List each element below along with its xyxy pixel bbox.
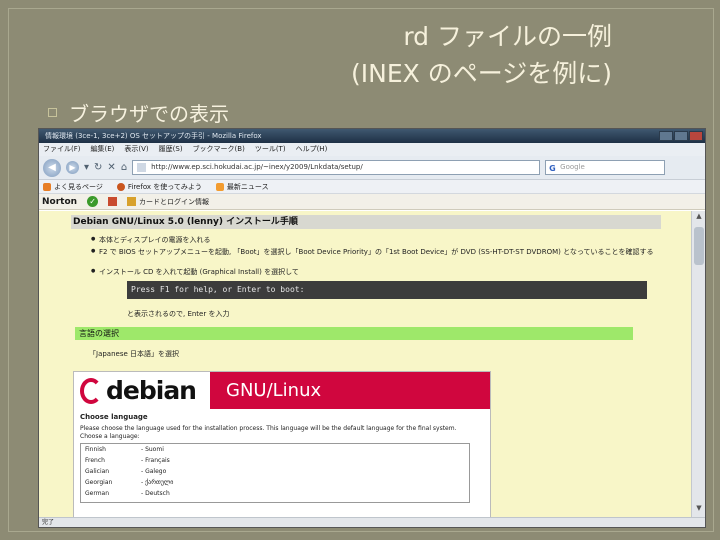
status-bar: 完了 — [39, 517, 705, 527]
scrollbar-thumb[interactable] — [694, 227, 704, 265]
menu-help[interactable]: ヘルプ(H) — [296, 143, 328, 156]
firefox-icon — [116, 182, 125, 191]
back-button[interactable]: ◀ — [43, 158, 61, 177]
language-english: French — [85, 457, 105, 464]
url-text: http://www.ep.sci.hokudai.ac.jp/~inex/y2… — [151, 163, 363, 171]
frame-right-line — [713, 8, 714, 532]
frame-top-line — [8, 8, 714, 9]
home-icon[interactable]: ⌂ — [121, 162, 127, 173]
bullet-square-icon — [48, 108, 57, 117]
language-native: - Français — [141, 457, 170, 464]
page-favicon-icon — [137, 163, 147, 172]
norton-identity-item[interactable]: カードとログイン情報 — [127, 197, 209, 207]
address-bar[interactable]: http://www.ep.sci.hokudai.ac.jp/~inex/y2… — [132, 160, 541, 175]
language-native: - Suomi — [141, 446, 164, 453]
norton-brand[interactable]: Norton — [42, 197, 77, 207]
bullet-text: ブラウザでの表示 — [69, 102, 229, 126]
language-english: German — [85, 490, 110, 497]
installer-body: Choose language Please choose the langua… — [74, 409, 490, 507]
dropdown-icon[interactable]: ▾ — [84, 162, 89, 173]
stop-icon[interactable]: ✕ — [107, 162, 115, 173]
language-native: - Galego — [141, 468, 167, 475]
browser-screenshot: 情報環境 (3ce-1, 3ce+2) OS セットアップの手引 - Mozil… — [38, 128, 706, 528]
menu-bookmarks[interactable]: ブックマーク(B) — [193, 143, 245, 156]
console-output: Press F1 for help, or Enter to boot: — [127, 281, 647, 299]
list-item[interactable]: French - Français — [81, 455, 469, 466]
bookmark-most-visited[interactable]: よく見るページ — [43, 182, 103, 192]
status-text: 完了 — [42, 519, 55, 526]
bookmark-latest-news[interactable]: 最新ニュース — [215, 182, 269, 192]
page-content: Debian GNU/Linux 5.0 (lenny) インストール手順 本体… — [39, 211, 691, 517]
installer-description: Please choose the language used for the … — [80, 425, 457, 432]
bookmark-label: 最新ニュース — [226, 182, 269, 191]
frame-bottom-line — [8, 531, 714, 532]
minimize-button[interactable] — [659, 131, 673, 141]
reload-icon[interactable]: ↻ — [94, 162, 102, 173]
norton-red-icon[interactable] — [108, 197, 118, 206]
menu-tools[interactable]: ツール(T) — [255, 143, 286, 156]
menu-view[interactable]: 表示(V) — [124, 143, 148, 156]
forward-button[interactable]: ▶ — [66, 161, 79, 174]
navigation-toolbar: ◀ ▶ ▾ ↻ ✕ ⌂ http://www.ep.sci.hokudai.ac… — [39, 156, 705, 180]
window-controls — [659, 131, 703, 141]
window-title: 情報環境 (3ce-1, 3ce+2) OS セットアップの手引 - Mozil… — [45, 132, 262, 140]
doc-title: Debian GNU/Linux 5.0 (lenny) インストール手順 — [71, 215, 661, 229]
rss-icon — [215, 182, 224, 191]
close-window-button[interactable] — [689, 131, 703, 141]
bookmark-getting-started[interactable]: Firefox を使ってみよう — [116, 182, 202, 192]
bookmark-label: よく見るページ — [54, 182, 103, 191]
list-item[interactable]: Georgian - ქართული — [81, 477, 469, 488]
language-english: Georgian — [85, 479, 113, 486]
frame-left-line — [8, 8, 9, 532]
language-list[interactable]: Finnish - Suomi French - Français Galici… — [80, 443, 470, 503]
norton-toolbar: Norton ✓ カードとログイン情報 — [39, 194, 705, 210]
step-item: インストール CD を入れて起動 (Graphical Install) を選択… — [91, 267, 299, 277]
maximize-button[interactable] — [674, 131, 688, 141]
note-text: と表示されるので, Enter を入力 — [127, 310, 230, 318]
card-icon — [127, 197, 137, 206]
list-item[interactable]: Galician - Galego — [81, 466, 469, 477]
norton-item-label: カードとログイン情報 — [139, 197, 210, 206]
language-native: - ქართული — [141, 479, 174, 486]
installer-header: debian GNU/Linux — [74, 372, 490, 409]
google-icon: G — [549, 164, 556, 173]
menu-edit[interactable]: 編集(E) — [91, 143, 115, 156]
installer-heading: Choose language — [80, 413, 148, 421]
debian-swirl-icon — [80, 377, 102, 404]
browser-titlebar: 情報環境 (3ce-1, 3ce+2) OS セットアップの手引 - Mozil… — [39, 129, 705, 143]
language-english: Galician — [85, 468, 110, 475]
menu-bar: ファイル(F) 編集(E) 表示(V) 履歴(S) ブックマーク(B) ツール(… — [39, 143, 705, 156]
step-item: F2 で BIOS セットアップメニューを起動, 「Boot」を選択し「Boot… — [91, 247, 679, 257]
vertical-scrollbar[interactable]: ▲ ▼ — [691, 211, 705, 517]
section-text: 「Japanese 日本語」を選択 — [89, 350, 180, 358]
language-english: Finnish — [85, 446, 106, 453]
scroll-down-icon[interactable]: ▼ — [693, 504, 705, 516]
section-heading: 言語の選択 — [75, 327, 633, 340]
bookmark-folder-icon — [43, 182, 51, 191]
list-item[interactable]: German - Deutsch — [81, 488, 469, 499]
debian-logo: debian — [74, 372, 210, 409]
slide-title-line2: (INEX のページを例に) — [351, 59, 612, 88]
installer-screenshot: debian GNU/Linux Choose language Please … — [73, 371, 491, 517]
scroll-up-icon[interactable]: ▲ — [693, 212, 705, 224]
list-item[interactable]: Finnish - Suomi — [81, 444, 469, 455]
slide-bullet: ブラウザでの表示 — [48, 98, 229, 127]
debian-logo-text: debian — [106, 376, 197, 405]
language-native: - Deutsch — [141, 490, 170, 497]
search-input[interactable]: G Google — [545, 160, 666, 175]
installer-prompt: Choose a language: — [80, 433, 140, 440]
bookmarks-toolbar: よく見るページ Firefox を使ってみよう 最新ニュース — [39, 180, 705, 194]
safe-check-icon[interactable]: ✓ — [87, 196, 99, 207]
product-name: GNU/Linux — [226, 380, 322, 401]
bookmark-label: Firefox を使ってみよう — [127, 182, 202, 191]
step-item: 本体とディスプレイの電源を入れる — [91, 235, 210, 245]
menu-file[interactable]: ファイル(F) — [43, 143, 81, 156]
slide-title-line1: rd ファイルの一例 — [403, 22, 612, 51]
search-placeholder: Google — [560, 163, 585, 171]
slide-title: rd ファイルの一例 (INEX のページを例に) — [192, 18, 612, 92]
menu-history[interactable]: 履歴(S) — [159, 143, 183, 156]
